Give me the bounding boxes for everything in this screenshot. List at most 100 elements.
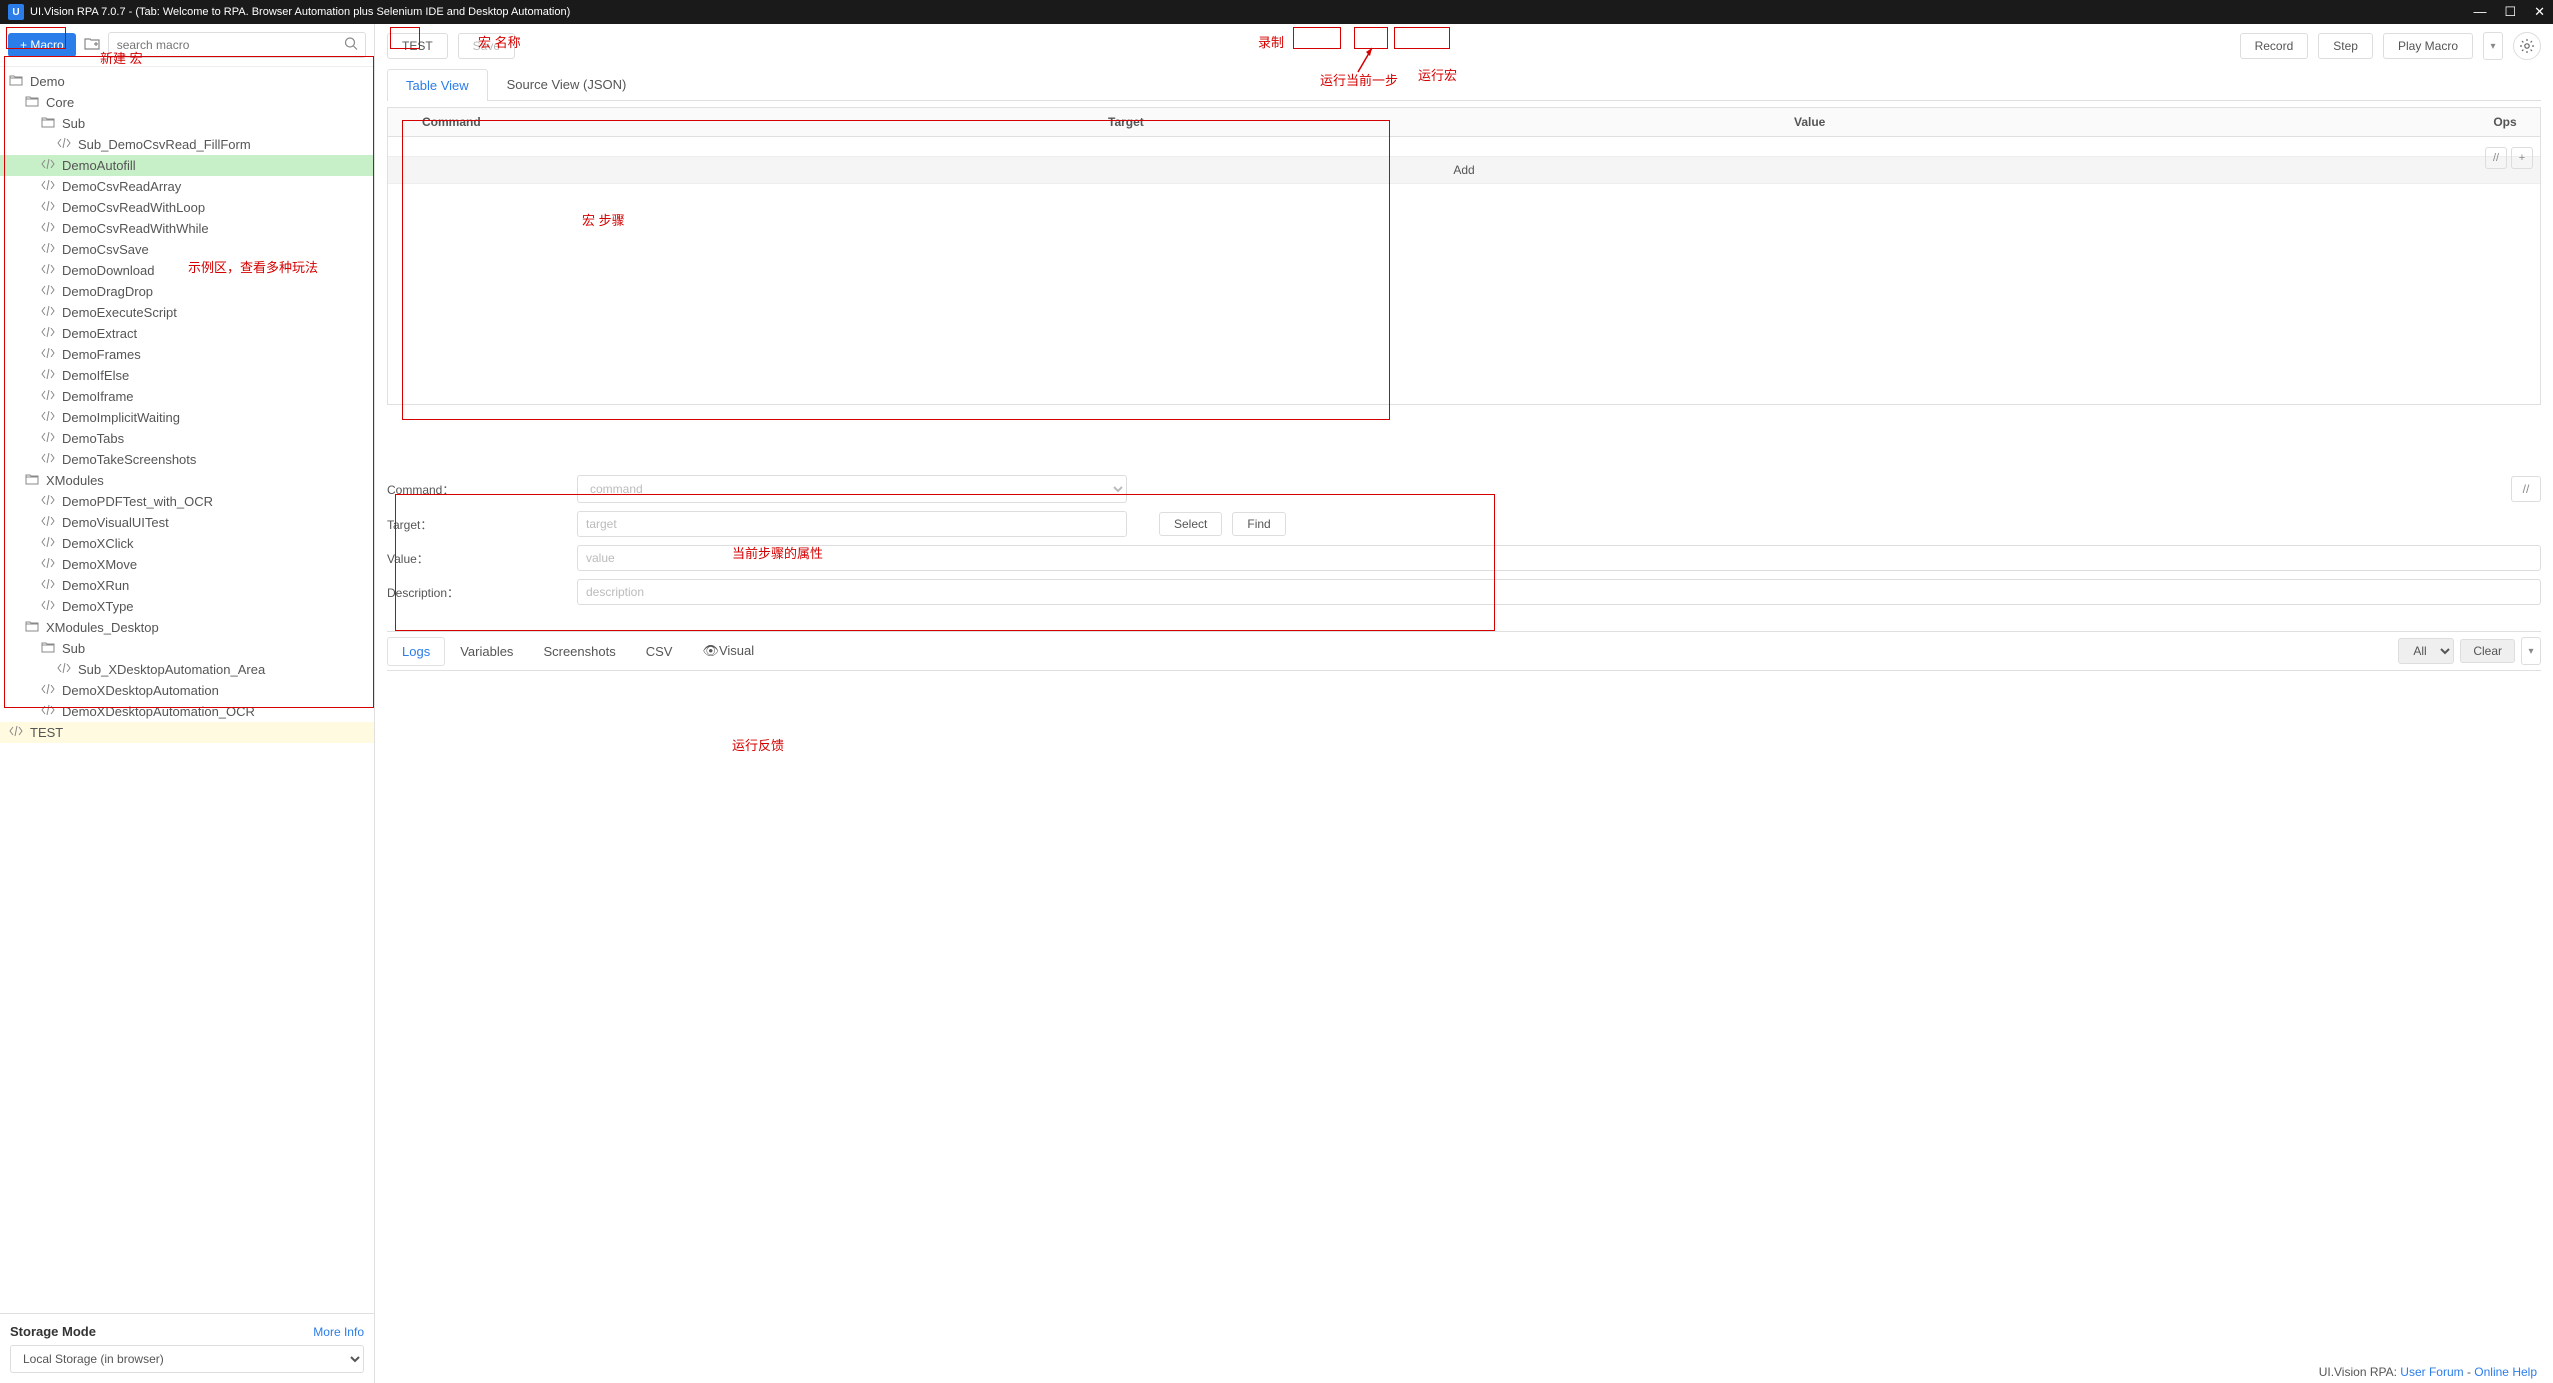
find-button[interactable]: Find	[1232, 512, 1285, 536]
tree-item-label: Sub_DemoCsvRead_FillForm	[78, 137, 251, 152]
code-icon	[40, 179, 56, 194]
tree-item-demoiframe[interactable]: DemoIframe	[0, 386, 374, 407]
tab-visual[interactable]: 👁Visual	[687, 636, 769, 666]
tab-variables[interactable]: Variables	[445, 637, 528, 666]
tree-item-label: DemoXMove	[62, 557, 137, 572]
tree-item-core[interactable]: Core	[0, 92, 374, 113]
add-step-button[interactable]: Add	[388, 157, 2540, 184]
tree-item-label: DemoXDesktopAutomation	[62, 683, 219, 698]
tree-item-demo[interactable]: Demo	[0, 71, 374, 92]
minimize-icon[interactable]: —	[2473, 4, 2486, 20]
col-ops: Ops	[2470, 108, 2540, 136]
tree-item-label: Demo	[30, 74, 65, 89]
storage-select[interactable]: Local Storage (in browser)	[10, 1345, 364, 1373]
tree-item-demoxtype[interactable]: DemoXType	[0, 596, 374, 617]
code-icon	[40, 326, 56, 341]
tree-item-democsvreadarray[interactable]: DemoCsvReadArray	[0, 176, 374, 197]
tree-item-demoxrun[interactable]: DemoXRun	[0, 575, 374, 596]
col-value: Value	[1784, 108, 2470, 136]
tree-item-demoexecutescript[interactable]: DemoExecuteScript	[0, 302, 374, 323]
code-icon	[40, 515, 56, 530]
tree-item-demoautofill[interactable]: DemoAutofill	[0, 155, 374, 176]
steps-grid[interactable]: Add	[387, 137, 2541, 405]
tree-item-demodownload[interactable]: DemoDownload	[0, 260, 374, 281]
code-icon	[40, 200, 56, 215]
tree-item-sub[interactable]: Sub	[0, 113, 374, 134]
tree-item-label: DemoXDesktopAutomation_OCR	[62, 704, 255, 719]
tree-item-xmodules-desktop[interactable]: XModules_Desktop	[0, 617, 374, 638]
code-icon	[40, 431, 56, 446]
tree-item-demoxdesktopautomation-ocr[interactable]: DemoXDesktopAutomation_OCR	[0, 701, 374, 722]
tab-screenshots[interactable]: Screenshots	[528, 637, 630, 666]
comment-toggle-button[interactable]: //	[2485, 147, 2507, 169]
add-row-button[interactable]: +	[2511, 147, 2533, 169]
tree-item-label: DemoAutofill	[62, 158, 136, 173]
col-command: Command	[412, 108, 1098, 136]
settings-icon[interactable]	[2513, 32, 2541, 60]
close-icon[interactable]: ✕	[2534, 4, 2545, 20]
online-help-link[interactable]: Online Help	[2474, 1365, 2537, 1379]
description-input[interactable]	[577, 579, 2541, 605]
select-button[interactable]: Select	[1159, 512, 1222, 536]
tree-item-demoextract[interactable]: DemoExtract	[0, 323, 374, 344]
tree-item-demoframes[interactable]: DemoFrames	[0, 344, 374, 365]
tab-source-view[interactable]: Source View (JSON)	[488, 68, 646, 100]
new-folder-icon[interactable]	[84, 36, 100, 55]
code-icon	[40, 599, 56, 614]
value-label: Value：	[387, 550, 567, 567]
storage-mode-title: Storage Mode	[10, 1324, 96, 1339]
tab-logs[interactable]: Logs	[387, 637, 445, 666]
tree-item-demoimplicitwaiting[interactable]: DemoImplicitWaiting	[0, 407, 374, 428]
target-input[interactable]	[577, 511, 1127, 537]
tree-item-sub[interactable]: Sub	[0, 638, 374, 659]
tree-item-xmodules[interactable]: XModules	[0, 470, 374, 491]
code-icon	[40, 347, 56, 362]
play-macro-button[interactable]: Play Macro	[2383, 33, 2473, 59]
tree-item-demoxdesktopautomation[interactable]: DemoXDesktopAutomation	[0, 680, 374, 701]
tree-item-demoxmove[interactable]: DemoXMove	[0, 554, 374, 575]
folder-open-icon	[40, 641, 56, 656]
macro-name-field[interactable]: TEST	[387, 33, 448, 59]
maximize-icon[interactable]: ☐	[2504, 4, 2516, 20]
log-filter-select[interactable]: All	[2398, 638, 2454, 664]
new-macro-button[interactable]: + Macro	[8, 33, 76, 57]
storage-more-link[interactable]: More Info	[313, 1325, 364, 1339]
search-icon	[344, 37, 358, 54]
tree-item-demotakescreenshots[interactable]: DemoTakeScreenshots	[0, 449, 374, 470]
clear-dropdown-icon[interactable]: ▾	[2521, 637, 2541, 665]
clear-button[interactable]: Clear	[2460, 639, 2515, 663]
tree-item-demotabs[interactable]: DemoTabs	[0, 428, 374, 449]
tree-item-demodragdrop[interactable]: DemoDragDrop	[0, 281, 374, 302]
tree-item-test[interactable]: TEST	[0, 722, 374, 743]
search-input[interactable]	[108, 32, 366, 58]
tab-table-view[interactable]: Table View	[387, 69, 488, 101]
tree-item-label: Sub	[62, 116, 85, 131]
step-button[interactable]: Step	[2318, 33, 2373, 59]
tree-item-democsvsave[interactable]: DemoCsvSave	[0, 239, 374, 260]
user-forum-link[interactable]: User Forum	[2400, 1365, 2463, 1379]
tab-csv[interactable]: CSV	[631, 637, 688, 666]
macro-tree[interactable]: Demo Core Sub Sub_DemoCsvRead_FillForm DemoA…	[0, 67, 374, 1313]
record-button[interactable]: Record	[2240, 33, 2309, 59]
tree-item-demovisualuitest[interactable]: DemoVisualUITest	[0, 512, 374, 533]
comment-button[interactable]: //	[2511, 476, 2541, 502]
footer: UI.Vision RPA: User Forum - Online Help	[387, 1359, 2541, 1379]
command-select[interactable]: command	[577, 475, 1127, 503]
save-button[interactable]: Save	[458, 33, 515, 59]
tree-item-demoxclick[interactable]: DemoXClick	[0, 533, 374, 554]
tree-item-democsvreadwithloop[interactable]: DemoCsvReadWithLoop	[0, 197, 374, 218]
code-icon	[56, 137, 72, 152]
tree-item-demopdftest-with-ocr[interactable]: DemoPDFTest_with_OCR	[0, 491, 374, 512]
description-label: Description：	[387, 584, 567, 601]
tree-item-democsvreadwithwhile[interactable]: DemoCsvReadWithWhile	[0, 218, 374, 239]
play-dropdown-icon[interactable]: ▾	[2483, 32, 2503, 60]
value-input[interactable]	[577, 545, 2541, 571]
tree-item-sub-xdesktopautomation-area[interactable]: Sub_XDesktopAutomation_Area	[0, 659, 374, 680]
tree-item-label: DemoVisualUITest	[62, 515, 169, 530]
tree-item-demoifelse[interactable]: DemoIfElse	[0, 365, 374, 386]
app-icon: U	[8, 4, 24, 20]
log-area	[387, 671, 2541, 1359]
tree-item-sub-democsvread-fillform[interactable]: Sub_DemoCsvRead_FillForm	[0, 134, 374, 155]
tree-item-label: XModules	[46, 473, 104, 488]
tree-item-label: DemoImplicitWaiting	[62, 410, 180, 425]
